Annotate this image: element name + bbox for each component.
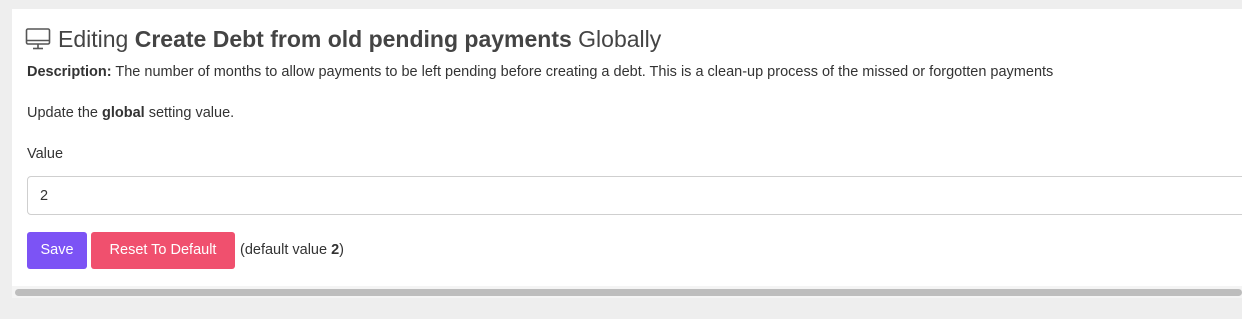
reset-to-default-button[interactable]: Reset To Default: [91, 231, 235, 269]
description-text: The number of months to allow payments t…: [115, 64, 1054, 80]
update-note-scope: global: [101, 105, 145, 121]
default-value-prefix: (default value: [240, 242, 328, 258]
description-label: Description:: [27, 64, 112, 80]
settings-card: Editing Create Debt from old pending pay…: [12, 9, 1242, 298]
default-value-note: (default value 2): [240, 242, 344, 258]
title-prefix: Editing: [58, 25, 129, 52]
default-value-suffix: ): [339, 242, 345, 258]
form-actions: Save Reset To Default (default value 2): [27, 231, 344, 269]
value-input[interactable]: [27, 176, 1242, 215]
scrollbar-thumb[interactable]: [15, 289, 1242, 296]
update-note: Update the global setting value.: [27, 105, 234, 121]
update-note-before: Update the: [27, 105, 98, 121]
default-value: 2: [331, 242, 340, 258]
monitor-icon: [25, 27, 51, 51]
value-label: Value: [27, 146, 64, 162]
title-suffix: Globally: [578, 25, 662, 52]
update-note-after: setting value.: [148, 105, 235, 121]
page-title: Editing Create Debt from old pending pay…: [58, 26, 661, 53]
setting-name: Create Debt from old pending payments: [134, 25, 572, 52]
horizontal-scrollbar[interactable]: [12, 286, 1242, 298]
setting-description: Description: The number of months to all…: [27, 64, 1053, 80]
save-button[interactable]: Save: [27, 231, 87, 269]
page-header: Editing Create Debt from old pending pay…: [25, 24, 661, 54]
